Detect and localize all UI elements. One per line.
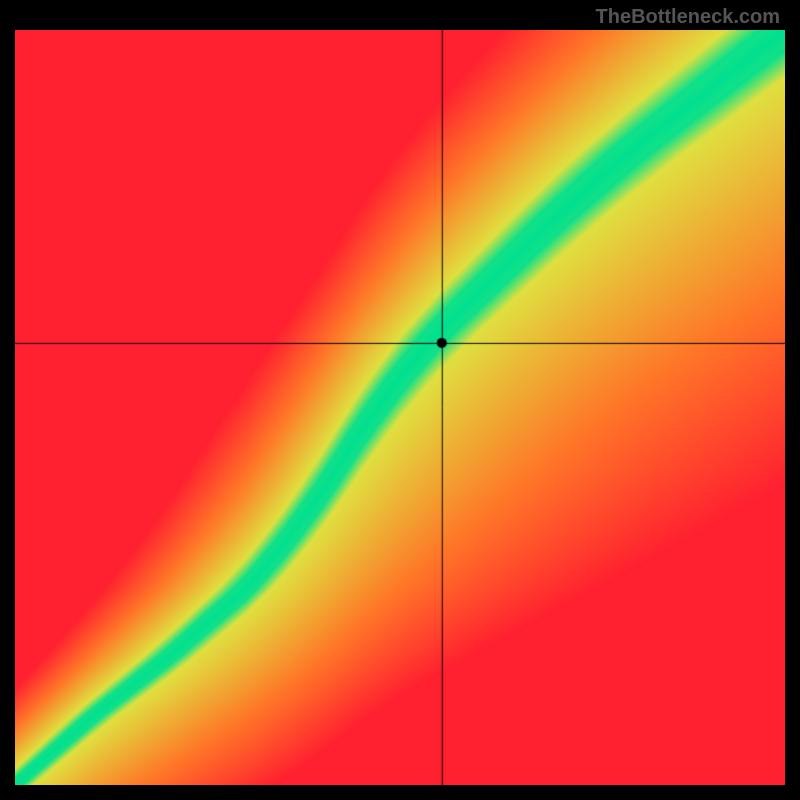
chart-container: TheBottleneck.com (0, 0, 800, 800)
plot-area (15, 30, 785, 785)
heatmap-canvas (15, 30, 785, 785)
watermark-text: TheBottleneck.com (596, 6, 780, 29)
